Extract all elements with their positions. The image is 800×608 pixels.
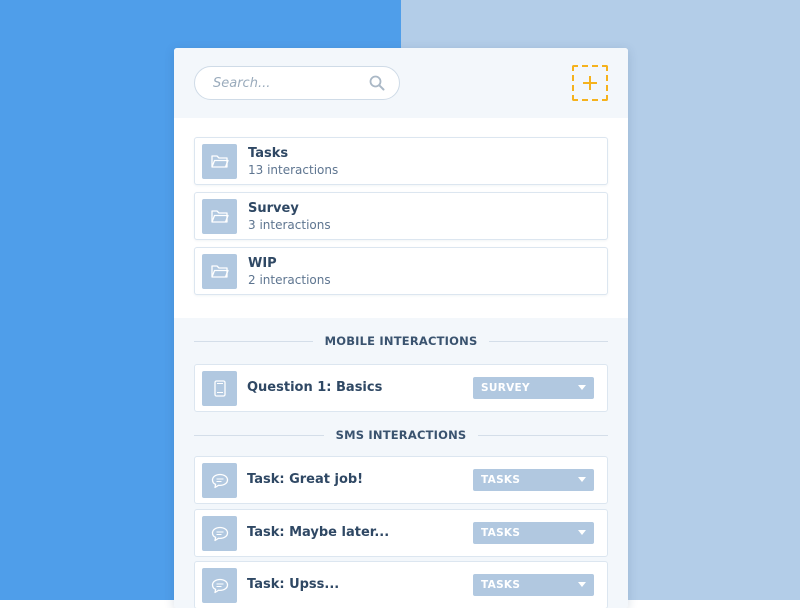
interaction-sections: MOBILE INTERACTIONS Question 1: Basics S… xyxy=(174,318,628,608)
plus-icon xyxy=(583,76,597,90)
chevron-down-icon xyxy=(578,582,586,587)
chevron-down-icon xyxy=(578,385,586,390)
section-heading-sms: SMS INTERACTIONS xyxy=(194,428,609,442)
folder-item-survey[interactable]: Survey 3 interactions xyxy=(194,192,608,240)
section-heading-mobile: MOBILE INTERACTIONS xyxy=(194,334,609,348)
folder-dropdown-value: SURVEY xyxy=(481,382,530,394)
search-placeholder: Search... xyxy=(213,76,271,91)
chevron-down-icon xyxy=(578,477,586,482)
interaction-name: Task: Maybe later... xyxy=(247,525,390,540)
chevron-down-icon xyxy=(578,530,586,535)
folder-count: 13 interactions xyxy=(248,163,339,177)
chat-bubble-icon xyxy=(202,463,237,498)
interaction-item[interactable]: Task: Great job! TASKS xyxy=(194,456,608,504)
folder-dropdown-value: TASKS xyxy=(481,579,521,591)
search-icon[interactable] xyxy=(369,75,385,91)
interaction-item[interactable]: Task: Maybe later... TASKS xyxy=(194,509,608,557)
interactions-panel: Search... Tasks 13 interactions Survey 3… xyxy=(174,48,628,608)
folder-item-wip[interactable]: WIP 2 interactions xyxy=(194,247,608,295)
folder-dropdown[interactable]: TASKS xyxy=(473,522,594,544)
panel-header: Search... xyxy=(174,48,628,118)
divider xyxy=(194,340,313,342)
folder-dropdown[interactable]: TASKS xyxy=(473,469,594,491)
divider xyxy=(194,434,324,436)
divider xyxy=(489,340,609,342)
interaction-name: Question 1: Basics xyxy=(247,380,383,395)
folder-icon xyxy=(202,144,237,179)
section-title: SMS INTERACTIONS xyxy=(335,428,467,442)
folder-icon xyxy=(202,199,237,234)
folder-dropdown-value: TASKS xyxy=(481,474,521,486)
folder-name: Survey xyxy=(248,201,299,216)
interaction-item[interactable]: Question 1: Basics SURVEY xyxy=(194,364,608,412)
interaction-name: Task: Upss... xyxy=(247,577,340,592)
folder-item-tasks[interactable]: Tasks 13 interactions xyxy=(194,137,608,185)
folder-count: 3 interactions xyxy=(248,218,331,232)
folder-dropdown[interactable]: TASKS xyxy=(473,574,594,596)
folder-name: WIP xyxy=(248,256,277,271)
folder-icon xyxy=(202,254,237,289)
chat-bubble-icon xyxy=(202,568,237,603)
chat-bubble-icon xyxy=(202,516,237,551)
folder-list: Tasks 13 interactions Survey 3 interacti… xyxy=(174,118,628,318)
divider xyxy=(478,434,609,436)
add-button[interactable] xyxy=(572,65,608,101)
folder-count: 2 interactions xyxy=(248,273,331,287)
search-input[interactable]: Search... xyxy=(194,66,400,100)
mobile-phone-icon xyxy=(202,371,237,406)
interaction-name: Task: Great job! xyxy=(247,472,364,487)
interaction-item[interactable]: Task: Upss... TASKS xyxy=(194,561,608,608)
section-title: MOBILE INTERACTIONS xyxy=(324,334,478,348)
folder-name: Tasks xyxy=(248,146,289,161)
folder-dropdown-value: TASKS xyxy=(481,527,521,539)
folder-dropdown[interactable]: SURVEY xyxy=(473,377,594,399)
